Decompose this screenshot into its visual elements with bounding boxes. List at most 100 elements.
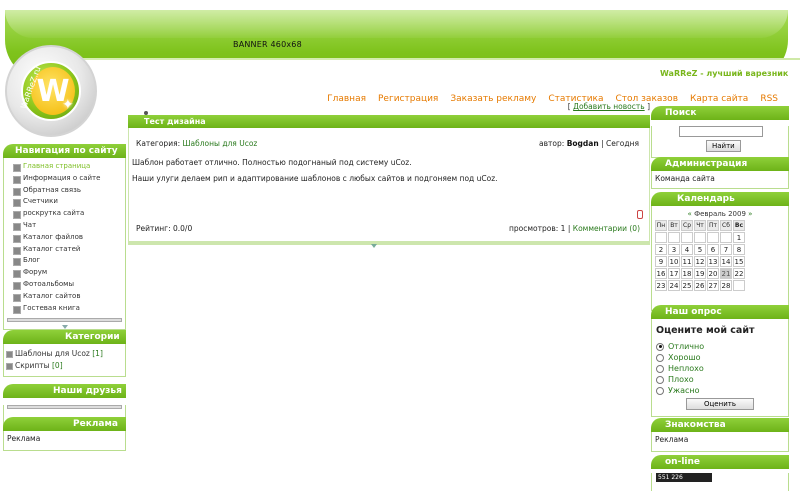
calendar-day[interactable]: 15 (733, 256, 745, 267)
topnav-home[interactable]: Главная (327, 94, 366, 104)
nav-item-promotion[interactable]: роскрутка сайта (13, 208, 125, 220)
admin-text[interactable]: Команда сайта (652, 171, 788, 188)
poll-option-label[interactable]: Ужасно (668, 385, 700, 396)
calendar-day[interactable]: 26 (694, 280, 706, 291)
ads-block: Реклама Реклама (3, 417, 126, 451)
calendar-day[interactable]: 2 (655, 244, 667, 255)
nav-item-files[interactable]: Каталог файлов (13, 232, 125, 244)
visit-counter[interactable]: 551 226 (656, 473, 712, 482)
calendar-day[interactable]: 7 (720, 244, 732, 255)
friends-title-text: Наши друзья (53, 386, 122, 396)
calendar-day[interactable]: 20 (707, 268, 719, 279)
post-category-link[interactable]: Шаблоны для Ucoz (183, 139, 258, 148)
category-item[interactable]: Шаблоны для Ucoz [1] (6, 348, 123, 360)
categories-list: Шаблоны для Ucoz [1] Скрипты [0] (4, 344, 125, 376)
calendar-next[interactable]: » (748, 210, 752, 218)
nav-item-sites[interactable]: Каталог сайтов (13, 291, 125, 303)
nav-item-guestbook[interactable]: Гостевая книга (13, 303, 125, 315)
banner-placeholder[interactable]: BANNER 460x68 (233, 40, 302, 49)
friends-scrollbar[interactable] (7, 405, 122, 409)
calendar-day[interactable]: 23 (655, 280, 667, 291)
online-body: 551 226 (651, 473, 789, 491)
topnav-sitemap[interactable]: Карта сайта (690, 94, 748, 104)
poll-option[interactable]: Плохо (652, 374, 788, 385)
category-label[interactable]: Скрипты (15, 361, 50, 370)
topnav-register[interactable]: Регистрация (378, 94, 438, 104)
radio-button[interactable] (656, 342, 664, 351)
bracket-close: ] (647, 102, 650, 111)
calendar-day (733, 280, 745, 291)
acquaint-title: Знакомства (651, 418, 789, 432)
poll-option[interactable]: Ужасно (652, 385, 788, 396)
nav-item-photos[interactable]: Фотоальбомы (13, 279, 125, 291)
calendar-day[interactable]: 12 (694, 256, 706, 267)
poll-option-label[interactable]: Отлично (668, 341, 704, 352)
nav-item-forum[interactable]: Форум (13, 267, 125, 279)
poll-option[interactable]: Отлично (652, 341, 788, 352)
calendar-day[interactable]: 14 (720, 256, 732, 267)
calendar-day[interactable]: 10 (668, 256, 680, 267)
calendar-day[interactable]: 18 (681, 268, 693, 279)
nav-item-chat[interactable]: Чат (13, 220, 125, 232)
poll-option-label[interactable]: Неплохо (668, 363, 704, 374)
calendar-day[interactable]: 6 (707, 244, 719, 255)
calendar-day[interactable]: 19 (694, 268, 706, 279)
topnav-rss[interactable]: RSS (760, 94, 778, 104)
add-news: [ Добавить новость ] (568, 102, 650, 111)
calendar-day[interactable]: 3 (668, 244, 680, 255)
calendar-day[interactable]: 9 (655, 256, 667, 267)
bullet-icon (144, 111, 148, 115)
radio-button[interactable] (656, 364, 664, 373)
nav-scrollbar[interactable] (7, 318, 122, 323)
nav-item-home[interactable]: Главная страница (13, 161, 125, 173)
comments-link[interactable]: Комментарии (0) (573, 224, 640, 233)
poll-option[interactable]: Хорошо (652, 352, 788, 363)
nav-item-blog[interactable]: Блог (13, 255, 125, 267)
quote-icon[interactable] (637, 210, 643, 219)
calendar-day[interactable]: 1 (733, 232, 745, 243)
friends-title: Наши друзья (3, 384, 126, 398)
poll-option[interactable]: Неплохо (652, 363, 788, 374)
calendar-day[interactable]: 28 (720, 280, 732, 291)
search-button[interactable]: Найти (706, 140, 741, 152)
main-content: Тест дизайна Категория: Шаблоны для Ucoz… (128, 111, 650, 248)
category-item[interactable]: Скрипты [0] (6, 360, 123, 372)
poll-option-label[interactable]: Хорошо (668, 352, 701, 363)
topnav-order-ad[interactable]: Заказать рекламу (450, 94, 536, 104)
nav-item-about[interactable]: Информация о сайте (13, 173, 125, 185)
nav-item-counters[interactable]: Счетчики (13, 196, 125, 208)
post-category-label: Категория: (136, 139, 181, 148)
add-news-link[interactable]: Добавить новость (573, 102, 645, 111)
radio-button[interactable] (656, 375, 664, 384)
radio-button[interactable] (656, 353, 664, 362)
calendar-prev[interactable]: « (688, 210, 692, 218)
nav-block-title: Навигация по сайту (3, 144, 126, 158)
calendar-day[interactable]: 16 (655, 268, 667, 279)
calendar-day[interactable]: 13 (707, 256, 719, 267)
search-title-text: Поиск (665, 108, 697, 118)
poll-title: Наш опрос (651, 305, 789, 319)
calendar-day[interactable]: 22 (733, 268, 745, 279)
search-input[interactable] (679, 126, 763, 137)
site-logo[interactable]: W WaRReZ.ru (5, 45, 97, 137)
post-author-name[interactable]: Bogdan (567, 139, 599, 148)
poll-option-label[interactable]: Плохо (668, 374, 694, 385)
nav-item-articles[interactable]: Каталог статей (13, 244, 125, 256)
calendar-day[interactable]: 5 (694, 244, 706, 255)
calendar-day[interactable]: 21 (720, 268, 732, 279)
category-label[interactable]: Шаблоны для Ucoz (15, 349, 90, 358)
calendar-day[interactable]: 27 (707, 280, 719, 291)
header-gloss (5, 10, 788, 38)
admin-title-text: Администрация (665, 159, 748, 169)
nav-item-feedback[interactable]: Обратная связь (13, 185, 125, 197)
calendar-weekday: Вс (733, 220, 745, 231)
radio-button[interactable] (656, 386, 664, 395)
calendar-day[interactable]: 11 (681, 256, 693, 267)
calendar-day[interactable]: 25 (681, 280, 693, 291)
vote-button[interactable]: Оценить (686, 398, 754, 410)
post-title[interactable]: Тест дизайна (144, 117, 206, 126)
calendar-day[interactable]: 8 (733, 244, 745, 255)
calendar-day[interactable]: 24 (668, 280, 680, 291)
calendar-day[interactable]: 4 (681, 244, 693, 255)
calendar-day[interactable]: 17 (668, 268, 680, 279)
